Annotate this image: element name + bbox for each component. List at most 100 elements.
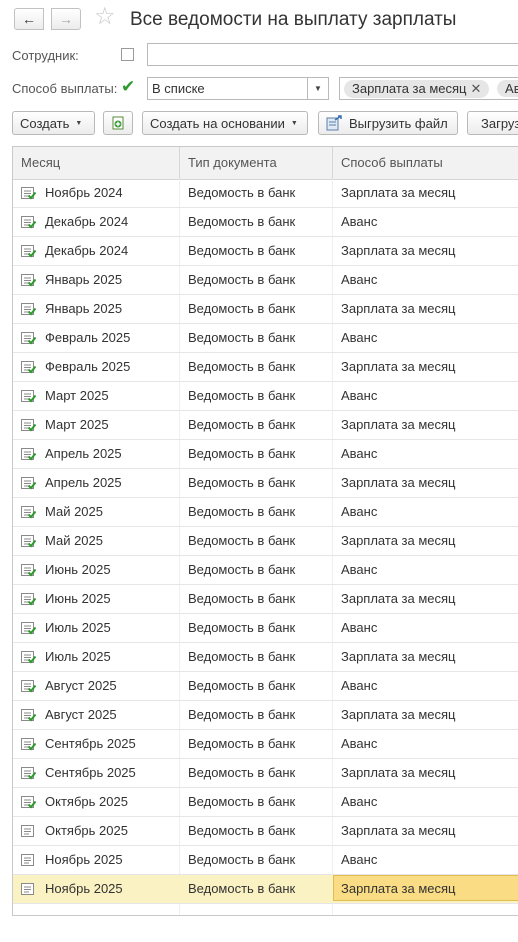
table-row[interactable]: Май 2025 Ведомость в банк Аванс <box>13 498 518 527</box>
doc-type-cell: Ведомость в банк <box>188 881 296 896</box>
payment-method-cell: Зарплата за месяц <box>341 823 456 838</box>
doc-type-cell: Ведомость в банк <box>188 678 296 693</box>
month-cell: Октябрь 2025 <box>45 823 128 838</box>
table-row[interactable]: Март 2025 Ведомость в банк Зарплата за мес… <box>13 411 518 440</box>
posted-document-icon <box>21 274 36 287</box>
employee-label: Сотрудник: <box>12 48 79 63</box>
create-button[interactable]: Создать ▼ <box>12 111 95 135</box>
payment-method-cell: Аванс <box>341 388 378 403</box>
employee-filter-checkbox[interactable] <box>121 48 134 61</box>
month-cell: Март 2025 <box>45 417 109 432</box>
export-file-icon <box>326 115 342 131</box>
table-row[interactable]: Ноябрь 2025 Ведомость в банк Аванс <box>13 846 518 875</box>
posted-document-icon <box>21 680 36 693</box>
payment-method-label: Способ выплаты: <box>12 81 118 96</box>
import-button[interactable]: Загрузить <box>467 111 518 135</box>
table-row[interactable]: Сентябрь 2025 Ведомость в банк Аванс <box>13 730 518 759</box>
doc-type-cell: Ведомость в банк <box>188 330 296 345</box>
table-row[interactable]: Декабрь 2024 Ведомость в банк Аванс <box>13 208 518 237</box>
table-row[interactable]: Июль 2025 Ведомость в банк Аванс <box>13 614 518 643</box>
document-icon <box>21 854 34 866</box>
doc-type-cell: Ведомость в банк <box>188 446 296 461</box>
table-row[interactable]: Январь 2025 Ведомость в банк Аванс <box>13 266 518 295</box>
doc-type-cell: Ведомость в банк <box>188 301 296 316</box>
table-row[interactable]: Январь 2025 Ведомость в банк Зарплата за м… <box>13 295 518 324</box>
table-row[interactable]: Сентябрь 2025 Ведомость в банк Зарплата за… <box>13 759 518 788</box>
forward-button[interactable]: → <box>51 8 81 30</box>
create-based-on-button[interactable]: Создать на основании ▼ <box>142 111 308 135</box>
posted-document-icon <box>21 651 36 664</box>
month-cell: Сентябрь 2025 <box>45 765 136 780</box>
month-cell: Май 2025 <box>45 533 103 548</box>
payment-condition-select[interactable]: В списке <box>147 77 309 100</box>
month-cell: Август 2025 <box>45 678 117 693</box>
chevron-down-icon: ▼ <box>314 84 322 93</box>
back-button[interactable]: ← <box>14 8 44 30</box>
table-header: Месяц Тип документа Способ выплаты <box>13 147 518 180</box>
doc-type-cell: Ведомость в банк <box>188 417 296 432</box>
payment-values-field[interactable]: Зарплата за месяц✕ Аванс <box>339 77 518 100</box>
export-file-button[interactable]: Выгрузить файл <box>318 111 458 135</box>
column-header-payment-method[interactable]: Способ выплаты <box>333 147 518 179</box>
table-row[interactable]: Февраль 2025 Ведомость в банк Аванс <box>13 324 518 353</box>
table-row[interactable]: Апрель 2025 Ведомость в банк Зарплата за м… <box>13 469 518 498</box>
favorite-star-icon[interactable]: ☆ <box>94 5 116 29</box>
remove-tag-icon[interactable]: ✕ <box>471 81 482 96</box>
payment-method-cell: Аванс <box>341 562 378 577</box>
employee-input[interactable] <box>147 43 518 66</box>
table-row[interactable]: Март 2025 Ведомость в банк Аванс <box>13 382 518 411</box>
month-cell: Август 2025 <box>45 707 117 722</box>
checkmark-icon: ✔ <box>121 77 136 96</box>
documents-table[interactable]: Месяц Тип документа Способ выплаты Ноябр… <box>12 146 518 916</box>
doc-type-cell: Ведомость в банк <box>188 823 296 838</box>
page-title: Все ведомости на выплату зарплаты <box>130 9 457 30</box>
posted-document-icon <box>21 419 36 432</box>
doc-type-cell: Ведомость в банк <box>188 591 296 606</box>
tag-advance[interactable]: Аванс <box>497 80 518 97</box>
column-header-doc-type[interactable]: Тип документа <box>180 147 332 179</box>
payment-method-cell: Зарплата за месяц <box>341 243 456 258</box>
doc-type-cell: Ведомость в банк <box>188 475 296 490</box>
copy-button[interactable] <box>103 111 133 135</box>
doc-type-cell: Ведомость в банк <box>188 185 296 200</box>
table-row[interactable]: Май 2025 Ведомость в банк Зарплата за меся… <box>13 527 518 556</box>
table-row[interactable]: Ноябрь 2025 Ведомость в банк Зарплата за м… <box>13 875 518 904</box>
chevron-down-icon: ▼ <box>290 119 298 127</box>
table-row[interactable]: Апрель 2025 Ведомость в банк Аванс <box>13 440 518 469</box>
payment-method-cell: Аванс <box>341 214 378 229</box>
table-row[interactable]: Август 2025 Ведомость в банк Аванс <box>13 672 518 701</box>
table-row[interactable]: Август 2025 Ведомость в банк Зарплата за м… <box>13 701 518 730</box>
doc-type-cell: Ведомость в банк <box>188 794 296 809</box>
column-header-month[interactable]: Месяц <box>13 147 179 179</box>
table-row[interactable]: Октябрь 2025 Ведомость в банк Аванс <box>13 788 518 817</box>
payment-method-cell: Зарплата за месяц <box>341 417 456 432</box>
doc-type-cell: Ведомость в банк <box>188 562 296 577</box>
table-row[interactable]: Июнь 2025 Ведомость в банк Аванс <box>13 556 518 585</box>
table-row[interactable]: Декабрь 2024 Ведомость в банк Зарплата за … <box>13 237 518 266</box>
table-row[interactable]: Июль 2025 Ведомость в банк Зарплата за мес… <box>13 643 518 672</box>
payment-filter-checkbox[interactable]: ✔ <box>121 78 135 95</box>
chevron-down-icon: ▼ <box>75 119 83 127</box>
payment-method-cell: Зарплата за месяц <box>341 533 456 548</box>
month-cell: Ноябрь 2025 <box>45 881 123 896</box>
month-cell: Сентябрь 2025 <box>45 736 136 751</box>
table-row[interactable]: Ноябрь 2024 Ведомость в банк Зарплата за м… <box>13 179 518 208</box>
payment-method-cell: Аванс <box>341 678 378 693</box>
table-row[interactable]: Октябрь 2025 Ведомость в банк Зарплата за … <box>13 817 518 846</box>
posted-document-icon <box>21 477 36 490</box>
tag-salary[interactable]: Зарплата за месяц ✕ <box>344 80 490 98</box>
payment-method-cell: Зарплата за месяц <box>341 707 456 722</box>
table-row[interactable]: Июнь 2025 Ведомость в банк Зарплата за мес… <box>13 585 518 614</box>
doc-type-cell: Ведомость в банк <box>188 243 296 258</box>
posted-document-icon <box>21 448 36 461</box>
table-row[interactable]: Февраль 2025 Ведомость в банк Зарплата за … <box>13 353 518 382</box>
condition-dropdown-button[interactable]: ▼ <box>307 77 329 100</box>
payment-method-cell: Зарплата за месяц <box>341 475 456 490</box>
month-cell: Декабрь 2024 <box>45 214 129 229</box>
doc-type-cell: Ведомость в банк <box>188 765 296 780</box>
posted-document-icon <box>21 390 36 403</box>
posted-document-icon <box>21 332 36 345</box>
payment-method-cell: Аванс <box>341 330 378 345</box>
table-body: Ноябрь 2024 Ведомость в банк Зарплата за м… <box>13 179 518 904</box>
month-cell: Январь 2025 <box>45 272 123 287</box>
